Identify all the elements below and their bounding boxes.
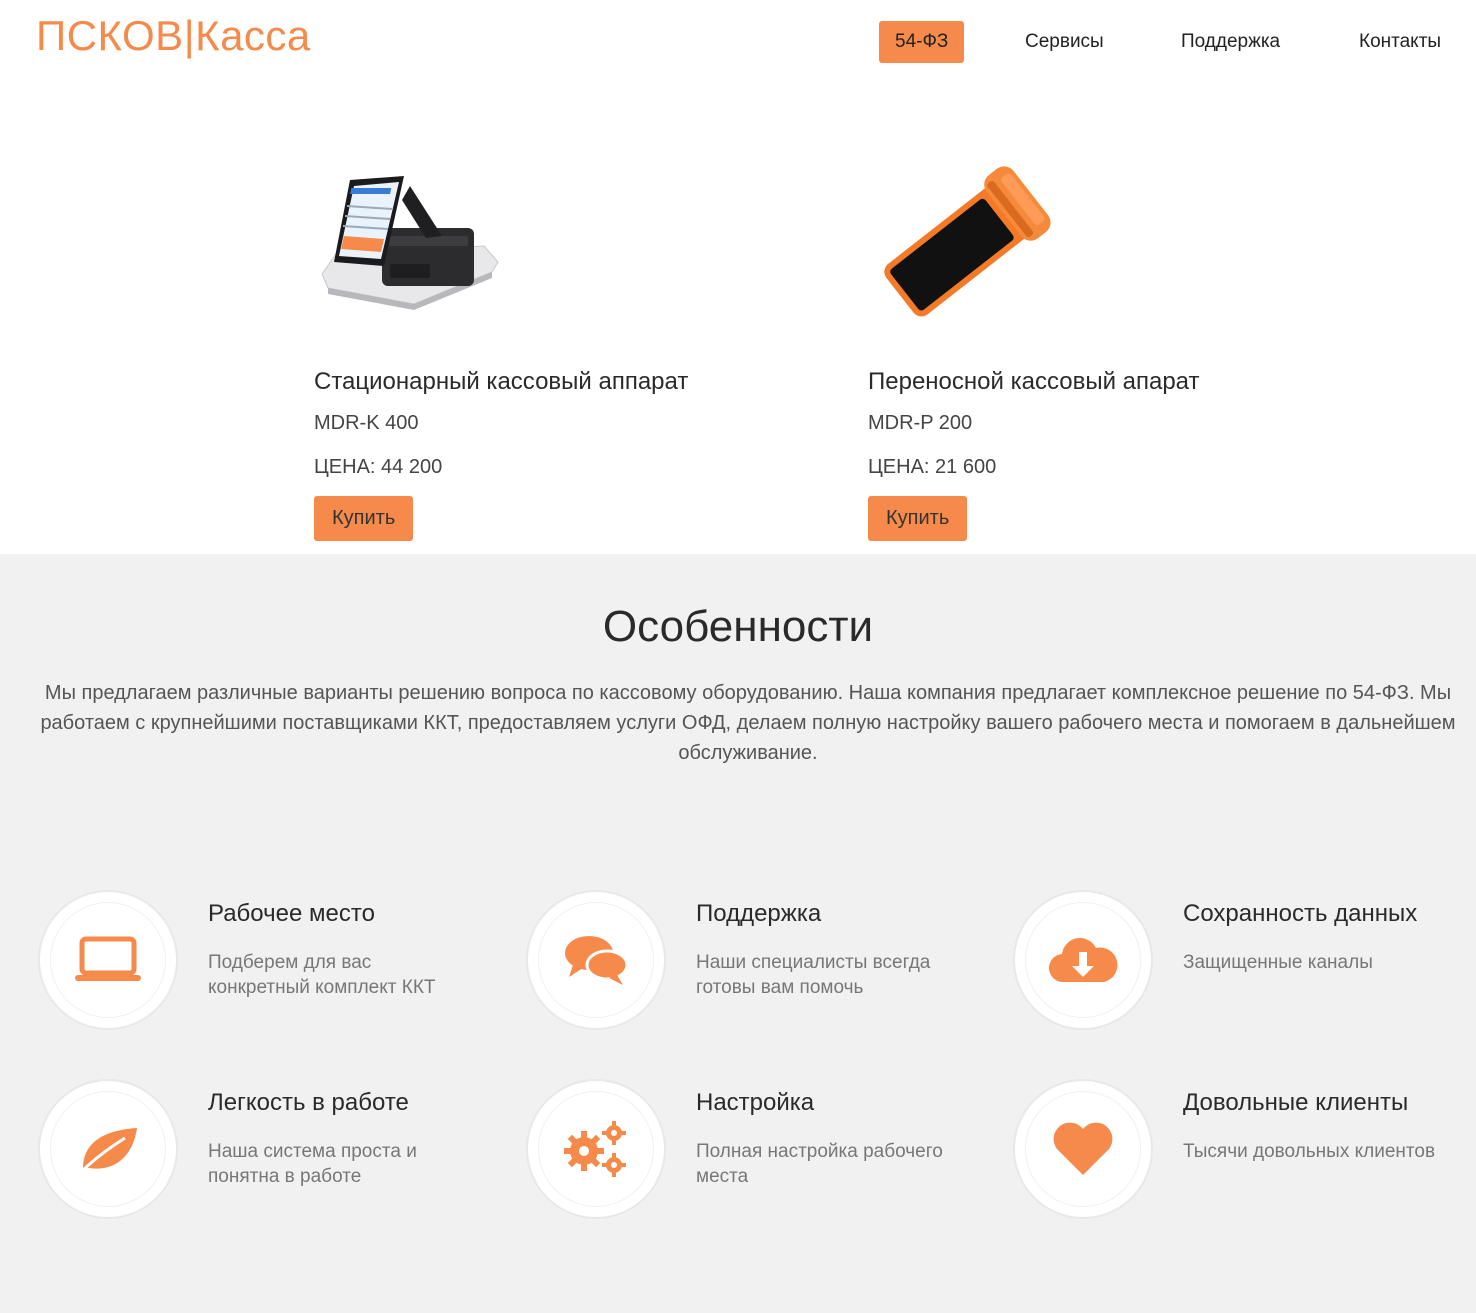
feature-title: Довольные клиенты [1183,1089,1409,1116]
chat-bubbles-icon [538,902,654,1018]
feature-text: Тысячи довольных клиентов [1183,1141,1436,1162]
stationary-register-image [314,166,504,326]
feature-text: Полная настройка рабочего места [696,1141,943,1187]
features-title: Особенности [602,602,874,651]
feature-data-safety: Сохранность данных Защищенные каналы [1013,890,1473,1030]
portable-register-image [868,166,1058,326]
feature-title: Легкость в работе [208,1089,409,1116]
buy-button[interactable]: Купить [314,496,414,541]
feature-clients: Довольные клиенты Тысячи довольных клиен… [1013,1079,1473,1219]
feature-title: Поддержка [696,900,822,927]
feature-workplace: Рабочее место Подберем для вас конкретны… [38,890,498,1030]
cloud-download-icon [1025,902,1141,1018]
feature-text: Защищенные каналы [1183,952,1373,973]
feature-text: Наши специалисты всегда готовы вам помоч… [696,952,931,998]
product-price: ЦЕНА: 44 200 [314,456,443,478]
feature-setup: Настройка Полная настройка рабочего мест… [526,1079,986,1219]
nav-item-54fz[interactable]: 54-ФЗ [879,21,965,63]
product-model: MDR-K 400 [314,412,419,434]
feature-support: Поддержка Наши специалисты всегда готовы… [526,890,986,1030]
product-model: MDR-P 200 [868,412,973,434]
feature-text: Наша система проста и понятна в работе [208,1141,417,1187]
features-description: Мы предлагаем различные варианты решению… [40,682,1456,764]
gears-icon [538,1091,654,1207]
feature-title: Рабочее место [208,900,375,927]
product-title: Переносной кассовый апарат [868,368,1200,395]
product-card-stationary: Стационарный кассовый аппарат MDR-K 400 … [314,86,774,554]
feature-ease: Легкость в работе Наша система проста и … [38,1079,498,1219]
nav-item-contacts[interactable]: Контакты [1359,21,1441,63]
product-price: ЦЕНА: 21 600 [868,456,997,478]
feature-title: Настройка [696,1089,815,1116]
nav-item-support[interactable]: Поддержка [1181,21,1280,63]
product-title: Стационарный кассовый аппарат [314,368,689,395]
feature-text: Подберем для вас конкретный комплект ККТ [208,952,436,998]
laptop-icon [50,902,166,1018]
site-header: ПСКОВ|Касса 54-ФЗ Сервисы Поддержка Конт… [0,0,1476,86]
site-logo[interactable]: ПСКОВ|Касса [36,12,311,60]
feature-title: Сохранность данных [1183,900,1418,927]
product-card-portable: Переносной кассовый апарат MDR-P 200 ЦЕН… [868,86,1328,554]
leaf-icon [50,1091,166,1207]
heart-icon [1025,1091,1141,1207]
nav-item-services[interactable]: Сервисы [1025,21,1104,63]
buy-button[interactable]: Купить [868,496,968,541]
features-section: Особенности Мы предлагаем различные вари… [0,554,1476,1313]
products-section: Стационарный кассовый аппарат MDR-K 400 … [0,86,1476,554]
